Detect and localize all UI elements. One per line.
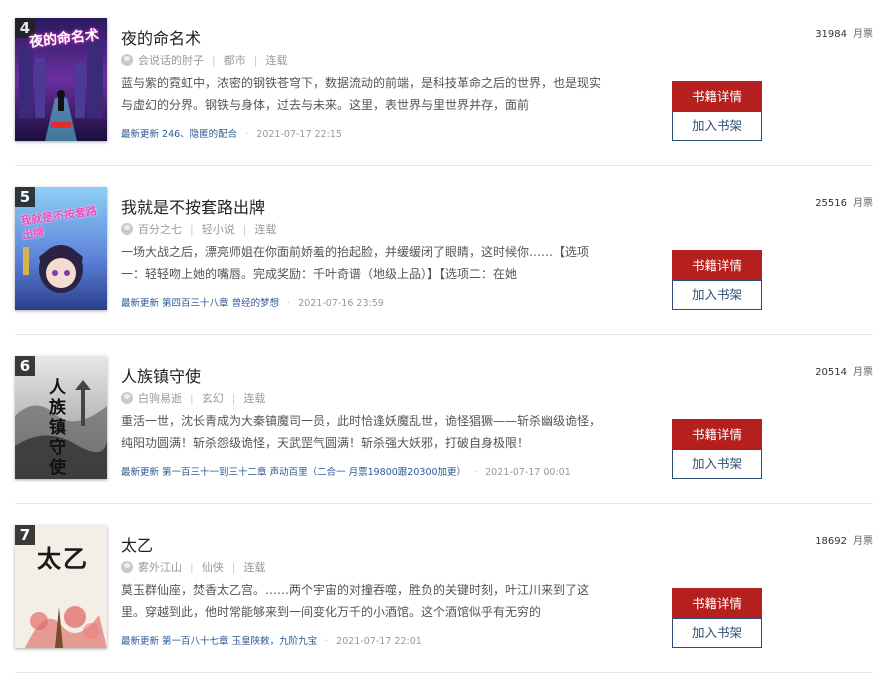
book-ranking-list: 4 夜的命名术 夜的命名术 会说话的肘子 | 都市 | 连载 蓝与紫的霓虹中，浓… bbox=[0, 0, 887, 674]
author-avatar-icon bbox=[121, 54, 133, 66]
meta-separator: | bbox=[231, 391, 236, 405]
author-avatar-icon bbox=[121, 223, 133, 235]
update-label: 最新更新 bbox=[121, 298, 160, 309]
book-item: 5 我就是不按套路出牌 我就是不按套路出牌 百分之七 | 轻小说 | 连载 一场… bbox=[0, 169, 887, 338]
update-dot: · bbox=[325, 636, 329, 647]
votes-unit: 月票 bbox=[853, 367, 873, 378]
update-chapter-link[interactable]: 第一百三十一到三十二章 声动百里（二合一 月票19800跟20300加更） bbox=[162, 467, 466, 478]
author-name[interactable]: 雾外江山 bbox=[138, 559, 182, 575]
status-tag: 连载 bbox=[243, 561, 266, 574]
meta-separator: | bbox=[242, 222, 247, 236]
latest-update: 最新更新 第四百三十八章 曾经的梦想 · 2021-07-16 23:59 bbox=[121, 295, 384, 309]
item-divider bbox=[15, 334, 873, 335]
book-description: 蓝与紫的霓虹中，浓密的钢铁苍穹下，数据流动的前端，是科技革命之后的世界，也是现实… bbox=[121, 76, 602, 112]
book-cover[interactable]: 7 太乙 bbox=[15, 525, 107, 648]
genre-tag[interactable]: 玄幻 bbox=[202, 390, 224, 406]
meta-separator: | bbox=[253, 53, 258, 67]
votes-unit: 月票 bbox=[853, 198, 873, 209]
votes-count: 31984 bbox=[815, 29, 847, 40]
genre-tag[interactable]: 都市 bbox=[224, 52, 246, 68]
meta-separator: | bbox=[190, 560, 194, 574]
book-detail-button[interactable]: 书籍详情 bbox=[672, 419, 762, 449]
book-description: 莫玉群仙座，焚香太乙宫。……两个宇宙的对撞吞噬，胜负的关键时刻，叶江川来到了这里… bbox=[121, 583, 590, 619]
meta-separator: | bbox=[190, 391, 194, 405]
meta-separator: | bbox=[231, 560, 236, 574]
update-dot: · bbox=[474, 467, 478, 478]
rank-badge: 6 bbox=[15, 356, 35, 376]
update-chapter-link[interactable]: 第一百八十七章 玉皇陕敕，九阶九宝 bbox=[162, 636, 317, 647]
update-label: 最新更新 bbox=[121, 467, 160, 478]
book-cover[interactable]: 5 我就是不按套路出牌 bbox=[15, 187, 107, 310]
add-to-shelf-button[interactable]: 加入书架 bbox=[672, 449, 762, 479]
add-to-shelf-button[interactable]: 加入书架 bbox=[672, 280, 762, 310]
book-meta: 白驹易逝 | 玄幻 | 连载 bbox=[121, 390, 265, 406]
monthly-votes: 20514 月票 bbox=[815, 363, 873, 378]
book-item: 6 人族镇守使 人族镇守使 白驹易逝 | 玄幻 | 连载 重活一世，沈长青成为大… bbox=[0, 338, 887, 507]
cover-title-text: 人族镇守使 bbox=[49, 378, 66, 478]
update-dot: · bbox=[287, 298, 291, 309]
book-title[interactable]: 夜的命名术 bbox=[121, 25, 201, 49]
item-divider bbox=[15, 165, 873, 166]
book-cover[interactable]: 6 人族镇守使 bbox=[15, 356, 107, 479]
votes-unit: 月票 bbox=[853, 29, 873, 40]
add-to-shelf-button[interactable]: 加入书架 bbox=[672, 111, 762, 141]
update-chapter-link[interactable]: 第四百三十八章 曾经的梦想 bbox=[162, 298, 279, 309]
book-meta: 会说话的肘子 | 都市 | 连载 bbox=[121, 52, 287, 68]
rank-badge: 5 bbox=[15, 187, 35, 207]
book-item: 4 夜的命名术 夜的命名术 会说话的肘子 | 都市 | 连载 蓝与紫的霓虹中，浓… bbox=[0, 0, 887, 169]
item-divider bbox=[15, 503, 873, 504]
book-title[interactable]: 人族镇守使 bbox=[121, 363, 201, 387]
votes-count: 25516 bbox=[815, 198, 847, 209]
latest-update: 最新更新 第一百八十七章 玉皇陕敕，九阶九宝 · 2021-07-17 22:0… bbox=[121, 633, 422, 647]
votes-count: 18692 bbox=[815, 536, 847, 547]
author-name[interactable]: 百分之七 bbox=[138, 221, 182, 237]
book-meta: 百分之七 | 轻小说 | 连载 bbox=[121, 221, 276, 237]
book-description: 重活一世，沈长青成为大秦镇魔司一员，此时恰逢妖魔乱世，诡怪猖獗——斩杀幽级诡怪，… bbox=[121, 414, 602, 450]
update-label: 最新更新 bbox=[121, 129, 160, 140]
author-avatar-icon bbox=[121, 392, 133, 404]
update-time: 2021-07-16 23:59 bbox=[298, 298, 384, 309]
author-name[interactable]: 白驹易逝 bbox=[138, 390, 182, 406]
update-chapter-link[interactable]: 246、隐匿的配合 bbox=[162, 129, 237, 140]
item-divider bbox=[15, 672, 873, 673]
book-detail-button[interactable]: 书籍详情 bbox=[672, 81, 762, 111]
genre-tag[interactable]: 轻小说 bbox=[202, 221, 235, 237]
add-to-shelf-button[interactable]: 加入书架 bbox=[672, 618, 762, 648]
cover-title-text: 太乙 bbox=[37, 545, 89, 573]
meta-separator: | bbox=[190, 222, 194, 236]
book-detail-button[interactable]: 书籍详情 bbox=[672, 588, 762, 618]
update-label: 最新更新 bbox=[121, 636, 160, 647]
author-name[interactable]: 会说话的肘子 bbox=[138, 52, 204, 68]
monthly-votes: 31984 月票 bbox=[815, 25, 873, 40]
author-avatar-icon bbox=[121, 561, 133, 573]
meta-separator: | bbox=[212, 53, 216, 67]
monthly-votes: 25516 月票 bbox=[815, 194, 873, 209]
genre-tag[interactable]: 仙侠 bbox=[202, 559, 224, 575]
book-title[interactable]: 太乙 bbox=[121, 532, 153, 556]
book-item: 7 太乙 太乙 雾外江山 | 仙侠 | 连载 莫玉群仙座，焚香太乙宫。……两个宇… bbox=[0, 507, 887, 676]
update-time: 2021-07-17 00:01 bbox=[485, 467, 571, 478]
latest-update: 最新更新 第一百三十一到三十二章 声动百里（二合一 月票19800跟20300加… bbox=[121, 464, 571, 478]
status-tag: 连载 bbox=[265, 54, 288, 67]
status-tag: 连载 bbox=[254, 223, 277, 236]
update-time: 2021-07-17 22:01 bbox=[336, 636, 422, 647]
book-title[interactable]: 我就是不按套路出牌 bbox=[121, 194, 265, 218]
update-time: 2021-07-17 22:15 bbox=[256, 129, 342, 140]
book-meta: 雾外江山 | 仙侠 | 连载 bbox=[121, 559, 265, 575]
votes-unit: 月票 bbox=[853, 536, 873, 547]
votes-count: 20514 bbox=[815, 367, 847, 378]
rank-badge: 7 bbox=[15, 525, 35, 545]
book-detail-button[interactable]: 书籍详情 bbox=[672, 250, 762, 280]
update-dot: · bbox=[245, 129, 249, 140]
book-description: 一场大战之后，漂亮师姐在你面前娇羞的抬起脸，并缓缓闭了眼睛，这时候你……【选项一… bbox=[121, 245, 590, 281]
latest-update: 最新更新 246、隐匿的配合 · 2021-07-17 22:15 bbox=[121, 126, 342, 140]
book-cover[interactable]: 4 夜的命名术 bbox=[15, 18, 107, 141]
status-tag: 连载 bbox=[243, 392, 266, 405]
monthly-votes: 18692 月票 bbox=[815, 532, 873, 547]
